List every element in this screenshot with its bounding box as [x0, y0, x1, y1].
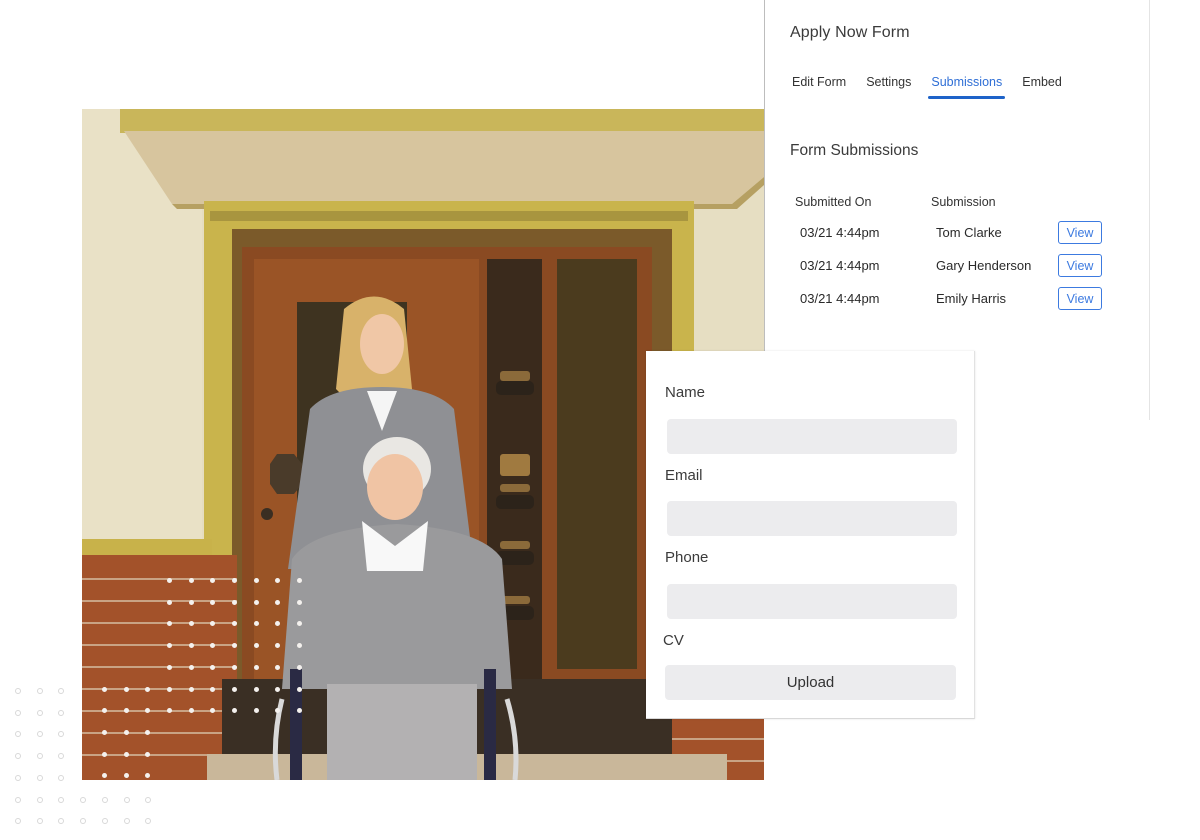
view-button[interactable]: View — [1058, 254, 1102, 277]
decorative-dot — [58, 731, 65, 738]
tab-edit-form[interactable]: Edit Form — [792, 75, 846, 97]
submitted-date: 03/21 4:44pm — [800, 291, 880, 306]
form-tabs: Edit Form Settings Submissions Embed — [792, 75, 1082, 99]
decorative-dot — [36, 709, 43, 716]
decorative-dot — [123, 751, 129, 757]
decorative-dot — [253, 708, 259, 714]
decorative-dot — [253, 664, 259, 670]
column-header-submission: Submission — [931, 195, 996, 209]
decorative-dot — [101, 729, 107, 735]
decorative-dot — [297, 686, 303, 692]
name-label: Name — [665, 384, 706, 401]
decorative-dot — [253, 599, 259, 605]
decorative-dot — [101, 686, 107, 692]
form-title: Apply Now Form — [790, 24, 910, 41]
decorative-dot — [58, 709, 65, 716]
decorative-dot — [232, 578, 237, 583]
table-row: 03/21 4:44pm Tom Clarke View — [765, 221, 1151, 247]
decorative-dot — [188, 664, 194, 670]
decorative-dot — [145, 686, 151, 692]
decorative-dot — [297, 664, 303, 670]
decorative-dot — [58, 796, 65, 803]
decorative-dot — [15, 796, 21, 803]
submitted-date: 03/21 4:44pm — [800, 225, 880, 240]
decorative-dot — [253, 686, 259, 692]
decorative-dot — [297, 599, 303, 605]
decorative-dot — [166, 599, 172, 605]
submitter-name: Emily Harris — [936, 291, 1007, 306]
cv-label: CV — [663, 632, 684, 649]
view-button[interactable]: View — [1058, 287, 1102, 310]
decorative-dot — [253, 643, 259, 649]
name-input[interactable] — [667, 419, 957, 454]
application-form: Name Email Phone CV Upload — [646, 351, 975, 719]
submitter-name: Gary Henderson — [936, 258, 1032, 273]
email-input[interactable] — [667, 501, 957, 536]
decorative-dot — [166, 664, 172, 670]
decorative-dot — [123, 729, 129, 735]
decorative-dot — [58, 688, 65, 694]
decorative-dot — [188, 599, 194, 605]
decorative-dot — [188, 708, 194, 714]
decorative-dot — [101, 708, 107, 714]
decorative-dot — [123, 686, 129, 692]
decorative-dot — [232, 599, 237, 605]
view-button[interactable]: View — [1058, 221, 1102, 244]
decorative-dot — [36, 753, 43, 760]
decorative-dot — [80, 818, 87, 825]
decorative-dot — [15, 709, 21, 716]
decorative-dot — [101, 751, 107, 757]
decorative-dot — [36, 731, 43, 738]
phone-label: Phone — [665, 549, 709, 566]
table-row: 03/21 4:44pm Gary Henderson View — [765, 254, 1151, 280]
decorative-dot — [15, 731, 21, 738]
decorative-dot — [145, 818, 152, 825]
decorative-dot — [145, 796, 152, 803]
column-header-submitted-on: Submitted On — [795, 195, 872, 209]
phone-input[interactable] — [667, 584, 957, 619]
section-title: Form Submissions — [790, 142, 919, 159]
decorative-dot — [58, 774, 65, 781]
decorative-dot — [188, 686, 194, 692]
decorative-dot — [145, 751, 151, 757]
decorative-dot — [15, 688, 21, 694]
tab-settings[interactable]: Settings — [866, 75, 911, 97]
decorative-dot — [101, 818, 108, 825]
submitted-date: 03/21 4:44pm — [800, 258, 880, 273]
decorative-dot — [275, 686, 281, 692]
tab-embed[interactable]: Embed — [1022, 75, 1062, 97]
decorative-dot — [253, 578, 259, 583]
decorative-dot — [188, 578, 194, 583]
decorative-dot — [210, 686, 216, 692]
submitter-name: Tom Clarke — [936, 225, 1002, 240]
decorative-dot — [15, 753, 21, 760]
decorative-dot — [15, 774, 21, 781]
decorative-dot — [123, 708, 129, 714]
decorative-dot — [101, 796, 108, 803]
decorative-dot — [166, 578, 172, 583]
decorative-dot — [166, 643, 172, 649]
decorative-dot — [123, 818, 130, 825]
decorative-dot — [36, 688, 43, 694]
table-row: 03/21 4:44pm Emily Harris View — [765, 287, 1151, 313]
decorative-dot — [36, 796, 43, 803]
decorative-dot — [166, 686, 172, 692]
upload-button[interactable]: Upload — [665, 665, 956, 700]
tab-submissions[interactable]: Submissions — [928, 75, 1006, 99]
decorative-dot — [15, 818, 21, 825]
email-label: Email — [665, 467, 703, 484]
decorative-dot — [232, 664, 237, 670]
decorative-dot — [232, 686, 237, 692]
decorative-dot — [58, 753, 65, 760]
decorative-dot — [58, 818, 65, 825]
decorative-dot — [36, 818, 43, 825]
decorative-dot — [188, 643, 194, 649]
decorative-dot — [36, 774, 43, 781]
decorative-dot — [123, 773, 129, 779]
decorative-dot — [123, 796, 130, 803]
decorative-dot — [80, 796, 87, 803]
